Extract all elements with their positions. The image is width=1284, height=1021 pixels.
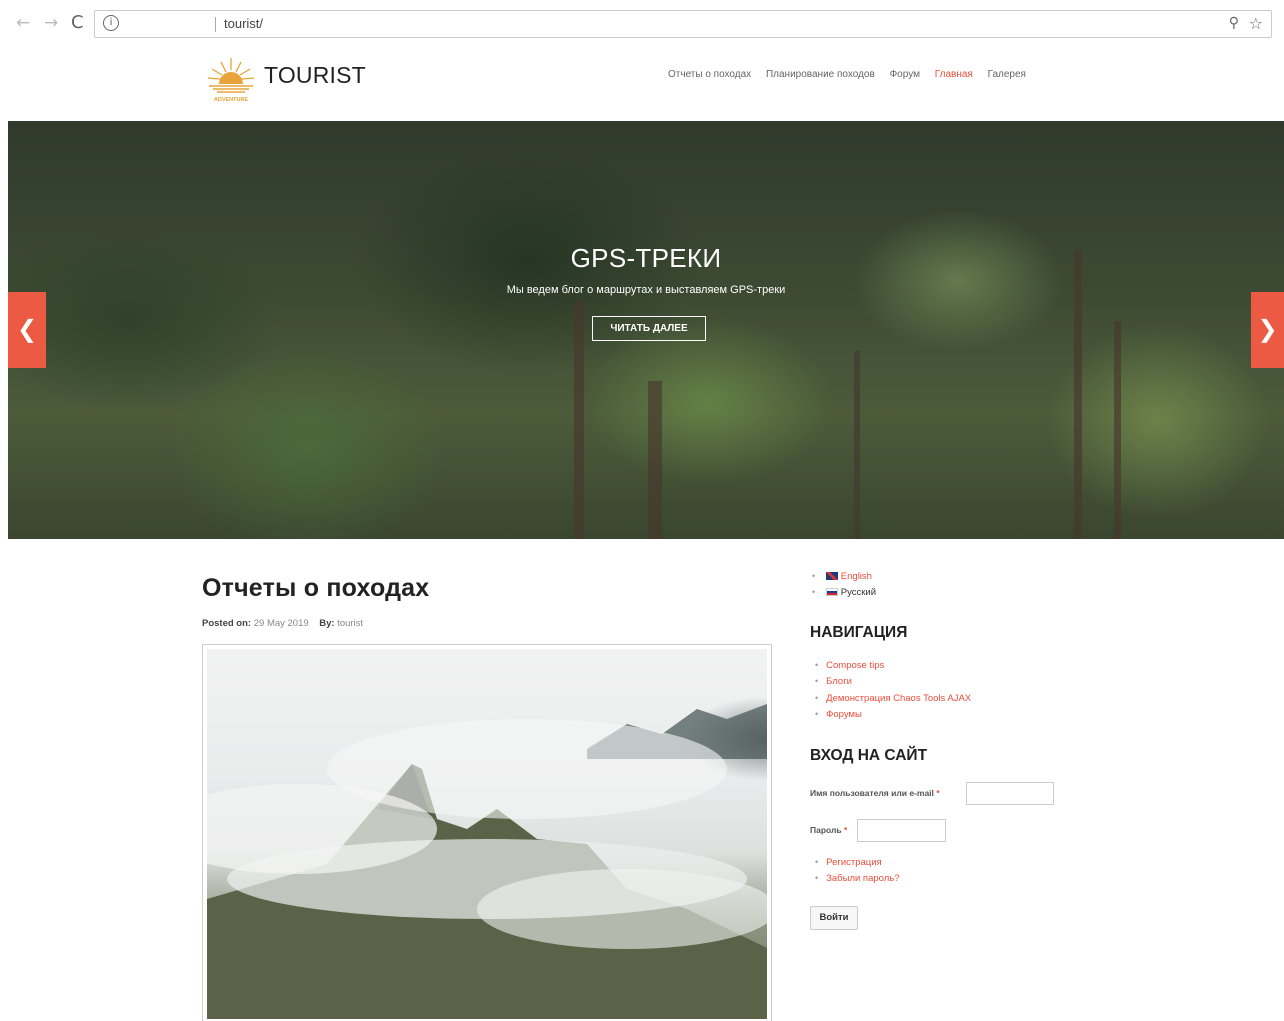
by-label: By: — [319, 618, 335, 629]
username-field[interactable] — [966, 782, 1054, 805]
address-url[interactable]: tourist/ — [224, 16, 263, 31]
forgot-password-link[interactable]: Забыли пароль? — [815, 871, 899, 887]
username-label-text: Имя пользователя или e-mail — [810, 788, 934, 798]
language-link-english[interactable]: English — [841, 571, 872, 582]
info-icon[interactable]: i — [103, 15, 119, 31]
language-item-english[interactable]: English — [812, 569, 876, 585]
tree-trunk — [854, 351, 860, 539]
mountain-photo — [207, 649, 767, 1019]
required-mark: * — [844, 825, 848, 835]
password-field[interactable] — [857, 819, 946, 842]
browser-toolbar: ← → C i tourist/ ⚲ ☆ — [0, 0, 1284, 48]
nav-link-blogs[interactable]: Блоги — [815, 674, 971, 690]
username-label: Имя пользователя или e-mail * — [810, 788, 940, 798]
nav-link-compose-tips[interactable]: Compose tips — [815, 658, 971, 674]
login-button[interactable]: Войти — [810, 906, 858, 930]
posted-on-label: Posted on: — [202, 618, 252, 629]
post-meta: Posted on: 29 May 2019 By: tourist — [202, 618, 363, 629]
read-more-button[interactable]: ЧИТАТЬ ДАЛЕЕ — [592, 316, 706, 341]
address-separator — [215, 17, 216, 32]
address-bar[interactable]: i tourist/ ⚲ ☆ — [94, 10, 1272, 38]
language-label-russian[interactable]: Русский — [841, 587, 876, 598]
site-logo[interactable]: ADVENTURE — [203, 54, 259, 104]
register-link[interactable]: Регистрация — [815, 855, 900, 871]
back-arrow-icon[interactable]: ← — [16, 13, 30, 33]
hero-slider: GPS-ТРЕКИ Мы ведем блог о маршрутах и вы… — [8, 121, 1284, 539]
mountain-illustration — [207, 704, 767, 1019]
navigation-heading: НАВИГАЦИЯ — [810, 624, 908, 641]
password-label: Пароль * — [810, 825, 847, 835]
post-author[interactable]: tourist — [337, 618, 363, 629]
tree-trunk — [1114, 321, 1121, 539]
site-brand[interactable]: TOURIST — [264, 62, 366, 89]
nav-link-chaos-tools[interactable]: Демонстрация Chaos Tools AJAX — [815, 691, 971, 707]
tree-trunk — [648, 381, 662, 539]
hero-title: GPS-ТРЕКИ — [570, 243, 722, 273]
bookmark-star-icon[interactable]: ☆ — [1249, 14, 1263, 33]
hero-subtitle: Мы ведем блог о маршрутах и выставляем G… — [506, 284, 786, 296]
slider-prev-icon[interactable]: ❮ — [8, 292, 46, 368]
language-item-russian[interactable]: Русский — [812, 585, 876, 601]
zoom-icon[interactable]: ⚲ — [1229, 15, 1239, 31]
posted-date: 29 May 2019 — [253, 618, 309, 629]
nav-item-forum[interactable]: Форум — [890, 69, 920, 80]
nav-item-home[interactable]: Главная — [935, 69, 973, 80]
language-switcher: English Русский — [812, 569, 876, 601]
login-heading: ВХОД НА САЙТ — [810, 747, 928, 764]
uk-flag-icon — [825, 572, 838, 581]
post-image[interactable] — [202, 644, 772, 1021]
tree-trunk — [574, 301, 584, 539]
slider-next-icon[interactable]: ❯ — [1251, 292, 1284, 368]
password-label-text: Пароль — [810, 825, 842, 835]
post-title[interactable]: Отчеты о походах — [202, 574, 429, 603]
forward-arrow-icon[interactable]: → — [44, 13, 58, 33]
nav-link-forums[interactable]: Форумы — [815, 707, 971, 723]
ru-flag-icon — [825, 588, 838, 597]
required-mark: * — [936, 788, 940, 798]
reload-icon[interactable]: C — [71, 13, 84, 33]
login-links: Регистрация Забыли пароль? — [815, 855, 900, 888]
nav-item-gallery[interactable]: Галерея — [988, 69, 1026, 80]
nav-item-reports[interactable]: Отчеты о походах — [668, 69, 751, 80]
navigation-list: Compose tips Блоги Демонстрация Chaos To… — [815, 658, 971, 723]
logo-text: ADVENTURE — [214, 97, 249, 103]
main-navigation: Отчеты о походах Планирование походов Фо… — [668, 69, 1038, 80]
nav-item-planning[interactable]: Планирование походов — [766, 69, 875, 80]
